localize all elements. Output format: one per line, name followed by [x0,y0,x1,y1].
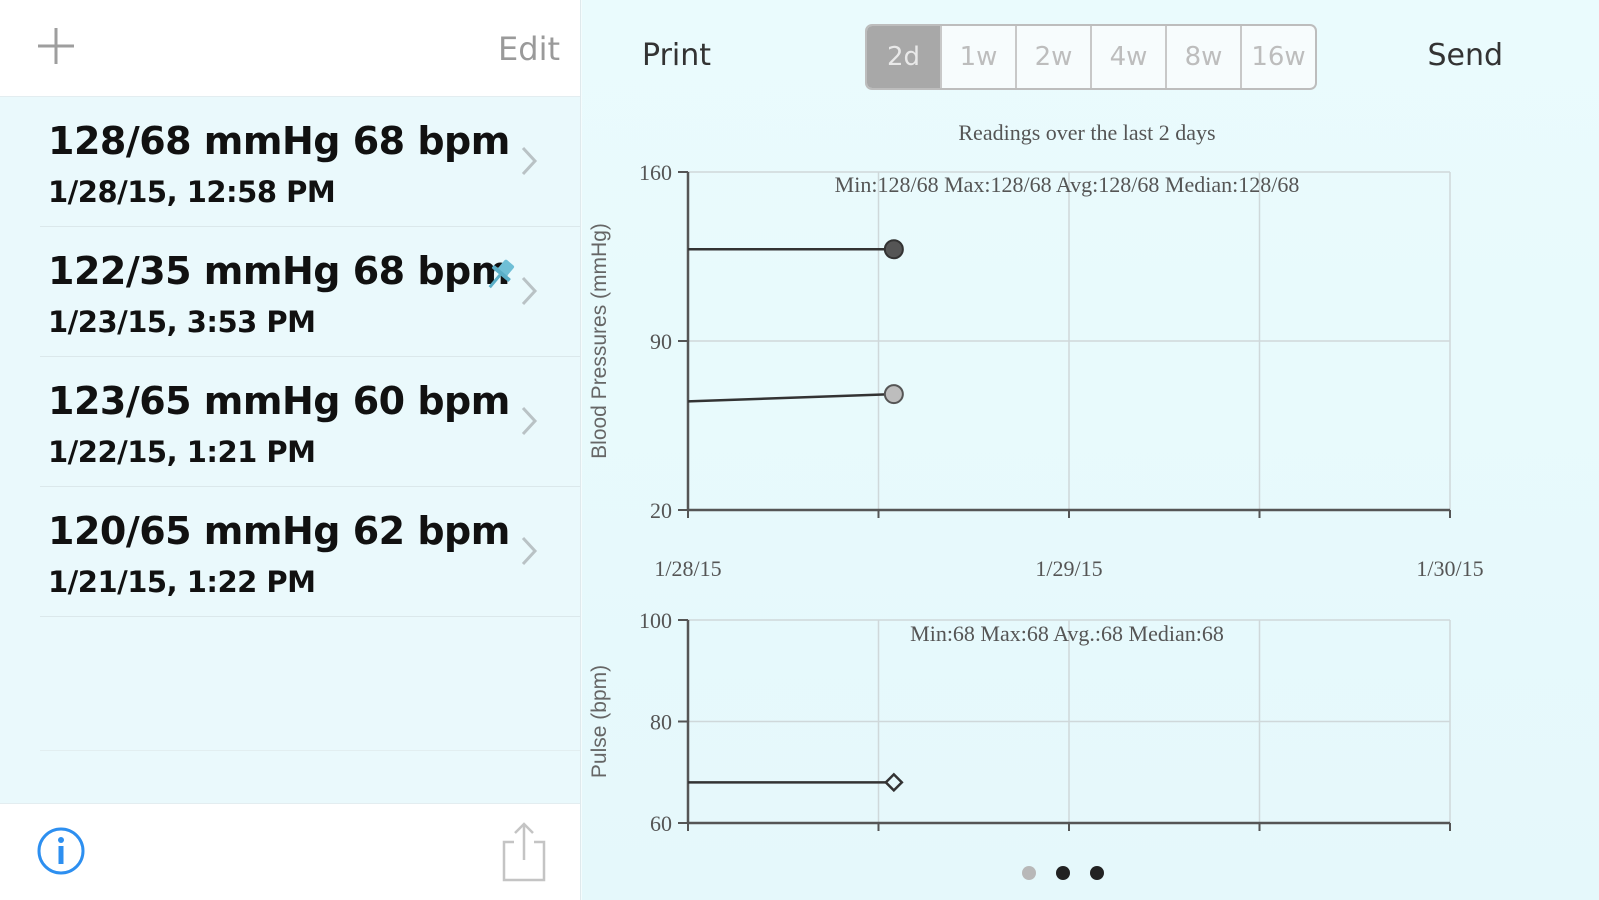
plus-icon[interactable] [34,24,78,68]
y-tick-label: 20 [650,498,672,523]
chart-stats: Min:68 Max:68 Avg.:68 Median:68 [910,621,1224,646]
list-divider [40,749,580,751]
readings-list: 128/68 mmHg 68 bpm 1/28/15, 12:58 PM 122… [0,97,580,751]
reading-timestamp: 1/21/15, 1:22 PM [48,565,316,599]
readings-panel: Edit 128/68 mmHg 68 bpm 1/28/15, 12:58 P… [0,0,581,900]
reading-summary: 128/68 mmHg 68 bpm [48,119,510,163]
y-tick-label: 60 [650,811,672,836]
x-tick-label: 1/28/15 [654,556,721,581]
charts-area: Readings over the last 2 days 160 90 20 Min:… [588,120,1484,836]
chart-panel: Print 2d 1w 2w 4w 8w 16w Send Readings o… [582,0,1599,900]
y-axis-label: Pulse (bpm) [588,665,611,778]
list-toolbar: Edit [0,0,580,97]
y-tick-label: 80 [650,710,672,735]
share-icon[interactable] [498,820,550,884]
series-line-diastolic [687,392,894,403]
chevron-right-icon [521,406,538,436]
x-tick-label: 1/30/15 [1416,556,1483,581]
edit-button[interactable]: Edit [498,30,560,68]
reading-summary: 120/65 mmHg 62 bpm [48,509,510,553]
reading-row[interactable]: 123/65 mmHg 60 bpm 1/22/15, 1:21 PM [40,357,580,487]
chart-title: Readings over the last 2 days [958,120,1215,145]
y-tick-label: 100 [639,608,672,633]
x-tick-label: 1/29/15 [1035,556,1102,581]
chevron-right-icon [521,146,538,176]
y-tick-label: 90 [650,329,672,354]
reading-summary: 122/35 mmHg 68 bpm [48,249,510,293]
page-indicator [1022,866,1104,880]
list-bottom-bar [0,803,580,900]
chevron-right-icon [521,276,538,306]
reading-row[interactable]: 122/35 mmHg 68 bpm 1/23/15, 3:53 PM [40,227,580,357]
y-axis-label: Blood Pressures (mmHg) [588,223,611,459]
app-window: Edit 128/68 mmHg 68 bpm 1/28/15, 12:58 P… [0,0,1599,900]
data-point-pulse [884,772,904,793]
page-dot[interactable] [1056,866,1070,880]
reading-summary: 123/65 mmHg 60 bpm [48,379,510,423]
chart-stats: Min:128/68 Max:128/68 Avg:128/68 Median:… [835,172,1300,197]
reading-row[interactable]: 120/65 mmHg 62 bpm 1/21/15, 1:22 PM [40,487,580,617]
pin-icon [488,259,515,289]
data-point-systolic [883,239,904,260]
reading-timestamp: 1/28/15, 12:58 PM [48,175,336,209]
reading-timestamp: 1/23/15, 3:53 PM [48,305,316,339]
reading-row[interactable]: 128/68 mmHg 68 bpm 1/28/15, 12:58 PM [40,97,580,227]
y-tick-label: 160 [639,160,672,185]
data-point-diastolic [883,384,904,405]
chevron-right-icon [521,536,538,566]
page-dot[interactable] [1022,866,1036,880]
info-icon[interactable] [36,826,86,876]
page-dot[interactable] [1090,866,1104,880]
reading-timestamp: 1/22/15, 1:21 PM [48,435,316,469]
